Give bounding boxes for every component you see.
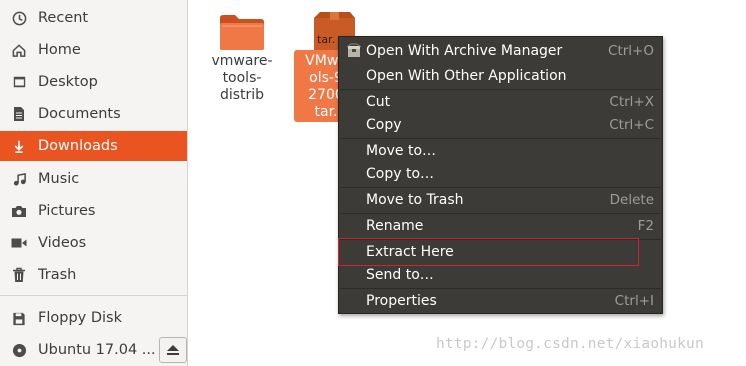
menu-item-accel: F2 [637,218,654,234]
menu-item-open-archive-manager[interactable]: Open With Archive Manager Ctrl+O [339,39,662,63]
sidebar-item-documents[interactable]: Documents [0,99,187,129]
sidebar-item-label: Desktop [38,74,98,90]
sidebar: Recent Home Desktop Documents Downloads … [0,0,188,366]
sidebar-item-floppy-disk[interactable]: Floppy Disk [0,303,187,333]
eject-icon [166,341,180,360]
menu-item-accel: Ctrl+O [608,43,654,59]
sidebar-item-label: Trash [38,267,77,283]
home-icon [11,42,27,58]
sidebar-item-label: Documents [38,106,121,122]
eject-button[interactable] [159,337,187,363]
menu-item-open-other-application[interactable]: Open With Other Application [339,64,662,88]
file-name-line: tools- [222,70,262,86]
menu-item-label: Move to Trash [366,192,464,208]
floppy-icon [11,310,27,326]
camera-icon [11,203,27,219]
menu-item-label: Copy to… [366,166,435,182]
menu-item-accel: Ctrl+I [614,293,654,309]
menu-item-label: Move to… [366,143,437,159]
menu-item-copy-to[interactable]: Copy to… [339,162,662,186]
sidebar-divider [0,295,187,296]
sidebar-item-label: Videos [38,235,87,251]
menu-item-move-to[interactable]: Move to… [339,139,662,163]
menu-item-copy[interactable]: Copy Ctrl+C [339,113,662,137]
sidebar-item-recent[interactable]: Recent [0,3,187,33]
sidebar-item-videos[interactable]: Videos [0,228,187,258]
archive-icon-label: tar. [317,33,335,46]
file-name-line: vmware- [211,53,273,69]
sidebar-item-music[interactable]: Music [0,164,187,194]
context-menu: Open With Archive Manager Ctrl+O Open Wi… [338,36,663,314]
sidebar-item-label: Floppy Disk [38,310,122,326]
sidebar-item-label: Pictures [38,203,96,219]
sidebar-item-home[interactable]: Home [0,35,187,65]
download-icon [11,138,27,154]
menu-item-label: Open With Archive Manager [366,43,563,59]
watermark-text: http://blog.csdn.net/xiaohukun [436,336,704,352]
menu-item-label: Send to… [366,267,434,283]
menu-item-cut[interactable]: Cut Ctrl+X [339,90,662,114]
video-icon [11,235,27,251]
menu-item-properties[interactable]: Properties Ctrl+I [339,289,662,313]
menu-item-send-to[interactable]: Send to… [339,263,662,287]
menu-item-accel: Ctrl+X [609,94,654,110]
sidebar-item-pictures[interactable]: Pictures [0,196,187,226]
menu-item-move-to-trash[interactable]: Move to Trash Delete [339,188,662,212]
menu-item-accel: Delete [609,192,654,208]
menu-item-label: Cut [366,94,391,110]
sidebar-item-label: Home [38,42,81,58]
sidebar-item-label: Music [38,171,80,187]
document-icon [11,106,27,122]
disc-icon [11,342,27,358]
desktop-icon [11,74,27,90]
menu-item-label: Open With Other Application [366,68,567,84]
sidebar-item-label: Ubuntu 17.04 ... [38,342,156,358]
menu-item-label: Properties [366,293,437,309]
sidebar-item-ubuntu-volume[interactable]: Ubuntu 17.04 ... [0,335,157,365]
music-icon [11,171,27,187]
sidebar-item-label: Recent [38,10,89,26]
sidebar-item-downloads[interactable]: Downloads [0,131,187,161]
annotation-highlight-box [338,238,639,266]
menu-item-label: Copy [366,117,402,133]
folder-icon [220,15,264,50]
menu-item-accel: Ctrl+C [609,117,654,133]
sidebar-item-label: Downloads [38,138,118,154]
clock-icon [11,10,27,26]
menu-item-rename[interactable]: Rename F2 [339,214,662,238]
sidebar-item-trash[interactable]: Trash [0,260,187,290]
file-name-line: distrib [219,87,265,103]
menu-item-label: Rename [366,218,424,234]
trash-icon [11,267,27,283]
sidebar-item-desktop[interactable]: Desktop [0,67,187,97]
archive-manager-icon [346,43,362,57]
